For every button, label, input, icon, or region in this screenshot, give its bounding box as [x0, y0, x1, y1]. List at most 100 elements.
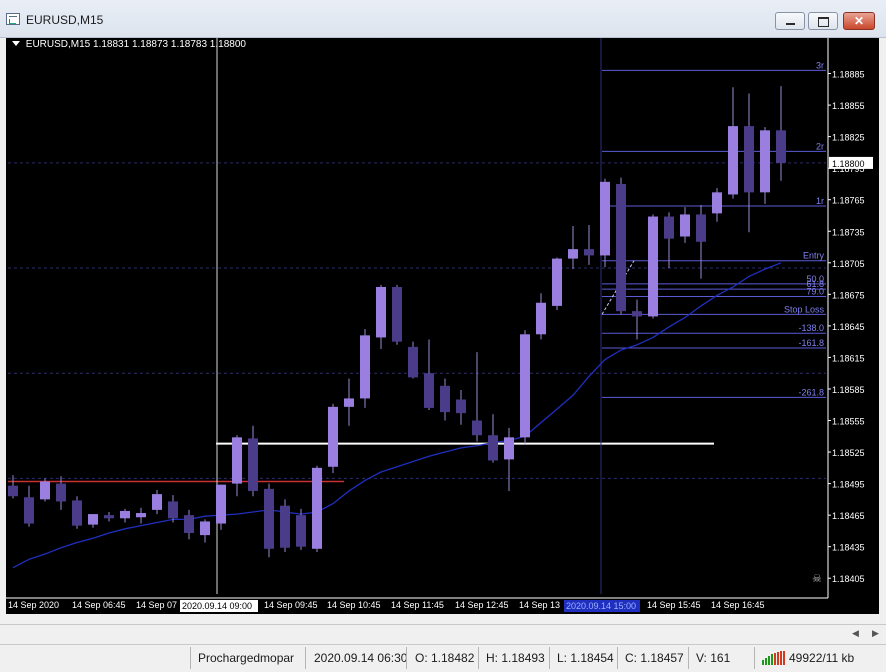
scroll-left-icon[interactable]: ◀	[852, 628, 859, 639]
window-titlebar: EURUSD,M15	[0, 0, 886, 38]
candle-body	[440, 385, 450, 413]
status-separator	[478, 647, 479, 669]
status-separator	[754, 647, 755, 669]
price-axis-label: 1.18765	[832, 196, 865, 206]
candle-body	[152, 494, 162, 510]
time-axis-label: 14 Sep 16:45	[711, 600, 765, 610]
candle-body	[520, 334, 530, 438]
maximize-button[interactable]	[808, 12, 838, 30]
current-price-label: 1.18800	[832, 159, 865, 169]
candle-body	[664, 216, 674, 239]
fibo-level-label: 79.0	[806, 286, 824, 296]
time-axis-label: 14 Sep 2020	[8, 600, 59, 610]
fibo-level-label: -161.8	[798, 338, 824, 348]
candle-body	[200, 521, 210, 536]
status-traffic: 49922/11 kb	[789, 651, 855, 665]
chart-symbol-timeframe: EURUSD,M15	[25, 39, 91, 50]
candle-body	[168, 501, 178, 519]
status-separator	[305, 647, 306, 669]
cursor-time-label: 2020.09.14 15:00	[566, 601, 636, 611]
price-chart[interactable]: 3r2r1rEntry50.061.879.0Stop Loss-138.0-1…	[6, 38, 879, 614]
candle-body	[712, 192, 722, 214]
status-open: O: 1.18482	[415, 651, 475, 665]
scroll-right-icon[interactable]: ▶	[872, 628, 879, 639]
time-axis-label: 14 Sep 11:45	[391, 600, 444, 610]
candle-body	[568, 249, 578, 259]
status-datetime: 2020.09.14 06:30	[314, 651, 408, 665]
candle-body	[760, 130, 770, 193]
candle-body	[552, 258, 562, 306]
candle-body	[536, 302, 546, 335]
status-separator	[190, 647, 191, 669]
time-axis-label: 14 Sep 09:45	[264, 600, 318, 610]
status-separator	[617, 647, 618, 669]
candle-body	[136, 513, 146, 518]
candle-body	[344, 398, 354, 407]
candle-body	[632, 311, 642, 317]
time-axis-label: 14 Sep 07	[136, 600, 177, 610]
time-axis-label: 14 Sep 12:45	[455, 600, 509, 610]
window-title: EURUSD,M15	[26, 13, 104, 27]
price-axis-label: 1.18885	[832, 70, 865, 80]
candle-body	[728, 126, 738, 195]
status-bar: Prochargedmopar 2020.09.14 06:30 O: 1.18…	[0, 644, 886, 672]
chart-ohlc-values: 1.18831 1.18873 1.18783 1.18800	[93, 39, 246, 50]
candle-body	[56, 483, 66, 502]
status-separator	[549, 647, 550, 669]
candle-body	[680, 214, 690, 237]
price-axis-label: 1.18435	[832, 543, 865, 553]
price-axis-label: 1.18405	[832, 574, 865, 584]
fibo-level-label: Stop Loss	[784, 304, 825, 314]
crosshair-time-label: 2020.09.14 09:00	[182, 601, 252, 611]
candle-body	[456, 399, 466, 414]
candle-body	[312, 467, 322, 549]
price-axis-label: 1.18465	[832, 511, 865, 521]
status-low: L: 1.18454	[557, 651, 614, 665]
chart-menu-triangle-icon[interactable]	[12, 41, 20, 46]
candle-body	[328, 406, 338, 467]
candle-body	[216, 484, 226, 524]
status-separator	[688, 647, 689, 669]
fibo-level-label: Entry	[803, 251, 825, 261]
candle-body	[104, 515, 114, 519]
candle-body	[376, 286, 386, 338]
fibo-level-label: 3r	[816, 60, 824, 70]
price-axis-label: 1.18825	[832, 133, 865, 143]
price-axis-label: 1.18585	[832, 385, 865, 395]
price-axis-label: 1.18855	[832, 101, 865, 111]
price-axis-label: 1.18525	[832, 448, 865, 458]
candle-body	[648, 216, 658, 317]
chart-window-icon[interactable]	[6, 13, 20, 25]
candle-body	[88, 514, 98, 525]
fibo-level-label: 2r	[816, 141, 824, 151]
close-button[interactable]	[843, 12, 875, 30]
candle-body	[408, 346, 418, 378]
candle-body	[696, 214, 706, 242]
candle-body	[600, 181, 610, 256]
candle-body	[264, 488, 274, 549]
price-axis-label: 1.18615	[832, 353, 865, 363]
candle-body	[40, 481, 50, 500]
candle-body	[120, 510, 130, 519]
fibo-level-label: 1r	[816, 196, 824, 206]
fibo-level-label: -138.0	[798, 323, 824, 333]
candle-body	[24, 497, 34, 524]
status-volume: V: 161	[696, 651, 731, 665]
horizontal-scrollbar[interactable]: ◀ ▶	[0, 624, 886, 643]
candle-body	[424, 373, 434, 408]
minimize-button[interactable]	[775, 12, 805, 30]
expert-advisor-icon: ☠	[812, 573, 822, 585]
candle-body	[616, 183, 626, 312]
status-profile[interactable]: Prochargedmopar	[198, 651, 294, 665]
candle-body	[776, 130, 786, 163]
fibo-level-label: -261.8	[798, 387, 824, 397]
candle-body	[184, 515, 194, 534]
time-axis-label: 14 Sep 06:45	[72, 600, 126, 610]
connection-bars-icon[interactable]	[762, 651, 786, 665]
price-axis-label: 1.18705	[832, 259, 865, 269]
candle-body	[72, 500, 82, 526]
candle-body	[744, 126, 754, 193]
chart-area[interactable]: 3r 2r 1r Entry 50.0 61.8 79.0 Stop Loss -138.0 -1…	[6, 38, 879, 614]
candle-body	[296, 515, 306, 547]
status-high: H: 1.18493	[486, 651, 545, 665]
